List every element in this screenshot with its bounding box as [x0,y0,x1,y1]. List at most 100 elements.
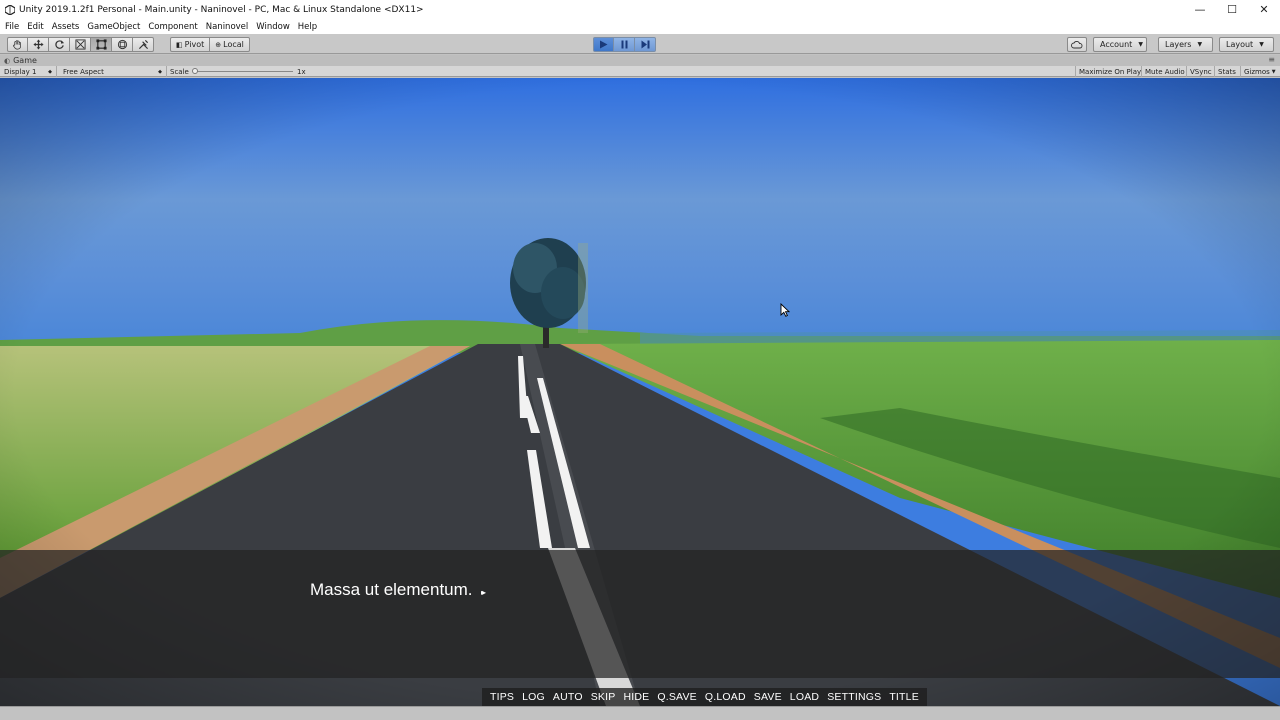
rect-icon [95,39,107,50]
menu-help[interactable]: Help [298,22,317,32]
local-label: Local [223,40,244,49]
menu-window[interactable]: Window [256,22,290,32]
cloud-button[interactable] [1067,37,1087,52]
menu-assets[interactable]: Assets [52,22,80,32]
menu-gameobject[interactable]: GameObject [87,22,140,32]
aspect-label: Free Aspect [63,67,104,76]
log-button[interactable]: LOG [522,691,545,703]
step-icon [641,40,649,49]
quick-save-button[interactable]: Q.SAVE [657,691,697,703]
close-button[interactable]: ✕ [1248,0,1280,19]
mute-audio-label: Mute Audio [1145,67,1185,76]
minimize-button[interactable]: — [1184,0,1216,19]
cloud-icon [1071,40,1083,48]
title-button[interactable]: TITLE [889,691,919,703]
pause-button[interactable] [614,37,635,52]
game-controls-bar: TIPS LOG AUTO SKIP HIDE Q.SAVE Q.LOAD SA… [482,688,927,706]
gizmos-label: Gizmos [1244,67,1270,76]
mouse-cursor-icon [780,303,790,317]
pivot-toggles: ◧ Pivot ⊕ Local [170,37,250,52]
menu-component[interactable]: Component [148,22,197,32]
hand-tool-button[interactable] [7,37,28,52]
layout-dropdown[interactable]: Layout ▼ [1219,37,1274,52]
hand-icon [13,40,21,50]
layout-label: Layout [1226,40,1254,49]
play-icon [600,40,608,49]
tips-button[interactable]: TIPS [490,691,514,703]
auto-button[interactable]: AUTO [553,691,583,703]
pivot-label: Pivot [184,40,205,49]
scale-slider-thumb[interactable] [192,68,198,74]
hide-button[interactable]: HIDE [623,691,649,703]
tab-game[interactable]: ◐ Game [4,55,37,66]
rect-tool-button[interactable] [91,37,112,52]
stats-label: Stats [1218,67,1236,76]
scale-icon [74,39,86,50]
mute-audio-toggle[interactable]: Mute Audio [1141,66,1188,77]
menu-edit[interactable]: Edit [27,22,43,32]
custom-tool-button[interactable] [133,37,154,52]
local-toggle-button[interactable]: ⊕ Local [210,37,250,52]
display-dropdown[interactable]: Display 1 ◆ [0,66,57,77]
chevron-down-icon: ▼ [1271,68,1276,75]
load-button[interactable]: LOAD [790,691,819,703]
window-title: Unity 2019.1.2f1 Personal - Main.unity -… [19,4,424,15]
aspect-dropdown[interactable]: Free Aspect ◆ [59,66,167,77]
maximize-on-play-toggle[interactable]: Maximize On Play [1075,66,1144,77]
transform-tool-button[interactable] [112,37,133,52]
quick-load-button[interactable]: Q.LOAD [705,691,746,703]
game-viewport[interactable]: Massa ut elementum. ▸▸ TIPS LOG AUTO SKI… [0,78,1280,706]
rotate-tool-button[interactable] [49,37,70,52]
menu-naninovel[interactable]: Naninovel [206,22,249,32]
vsync-toggle[interactable]: VSync [1186,66,1215,77]
menu-bar: File Edit Assets GameObject Component Na… [0,19,1280,34]
continue-arrow-icon: ▸▸ [481,588,486,597]
title-bar: Unity 2019.1.2f1 Personal - Main.unity -… [0,0,1280,19]
dialogue-text: Massa ut elementum. [310,580,473,599]
tab-game-label: Game [13,56,37,65]
move-tool-button[interactable] [28,37,49,52]
menu-file[interactable]: File [5,22,19,32]
scale-tool-button[interactable] [70,37,91,52]
stats-toggle[interactable]: Stats [1214,66,1239,77]
skip-button[interactable]: SKIP [591,691,616,703]
gizmos-dropdown[interactable]: Gizmos ▼ [1240,66,1279,77]
save-button[interactable]: SAVE [754,691,782,703]
settings-button[interactable]: SETTINGS [827,691,881,703]
tab-menu-icon[interactable]: ≡ [1268,55,1275,64]
dialogue-box[interactable]: Massa ut elementum. ▸▸ [0,550,1280,678]
scale-slider-track[interactable] [195,71,293,72]
status-bar [0,706,1280,720]
account-dropdown[interactable]: Account ▼ [1093,37,1147,52]
playmode-controls [593,37,656,52]
maximize-on-play-label: Maximize On Play [1079,67,1142,76]
unity-logo-icon [5,4,15,15]
step-button[interactable] [635,37,656,52]
unity-editor-window: Unity 2019.1.2f1 Personal - Main.unity -… [0,0,1280,720]
main-toolbar: ◧ Pivot ⊕ Local Account ▼ Layers ▼ Layou… [0,34,1280,54]
pivot-icon: ◧ [176,40,183,49]
transform-icon [117,39,127,50]
move-icon [32,39,44,50]
pivot-toggle-button[interactable]: ◧ Pivot [170,37,211,52]
scale-label: Scale [170,67,189,76]
chevron-down-icon: ▼ [1138,41,1143,48]
scale-value: 1x [297,67,306,76]
play-button[interactable] [593,37,614,52]
chevron-updown-icon: ◆ [158,68,162,75]
chevron-down-icon: ▼ [1197,41,1203,48]
game-tab-bar: ◐ Game ≡ [0,55,1280,66]
layers-dropdown[interactable]: Layers ▼ [1158,37,1213,52]
game-view-toolbar: Display 1 ◆ Free Aspect ◆ Scale 1x Maxim… [0,66,1280,77]
account-label: Account [1100,40,1133,49]
custom-tool-icon [138,39,148,50]
rotate-icon [54,40,64,49]
transform-tools [7,37,154,52]
maximize-button[interactable]: ☐ [1216,0,1248,19]
gamepad-icon: ◐ [4,56,11,65]
display-label: Display 1 [4,67,37,76]
vsync-label: VSync [1190,67,1212,76]
globe-icon: ⊕ [215,40,222,49]
window-controls: — ☐ ✕ [1184,0,1280,19]
layers-label: Layers [1165,40,1192,49]
